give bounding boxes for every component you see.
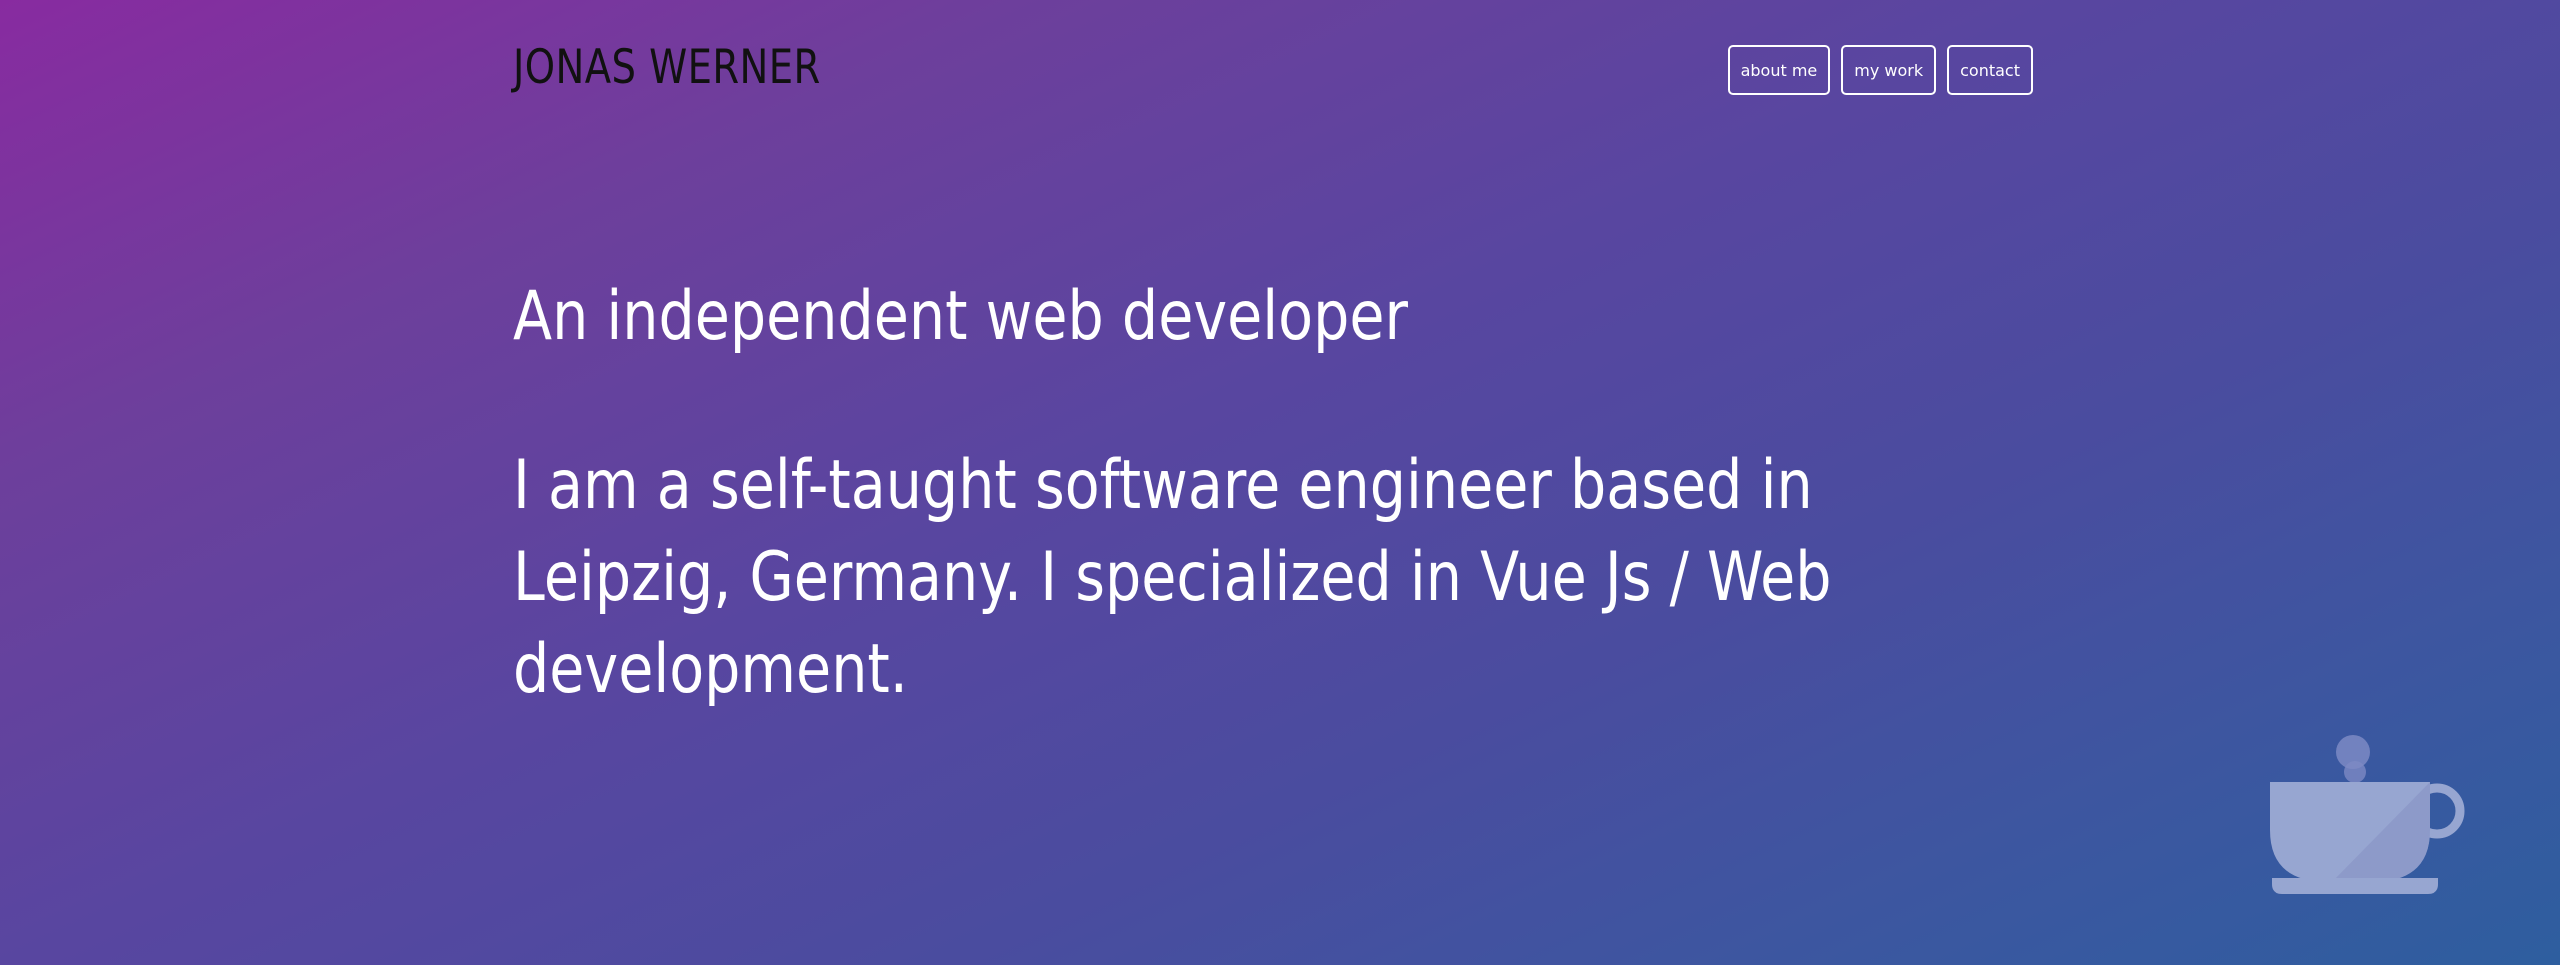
main-nav: about me my work contact — [1727, 45, 2033, 95]
nav-about-me-button[interactable]: about me — [1727, 45, 1831, 95]
hero-headline: An independent web developer — [513, 277, 1408, 356]
hero-bio: I am a self-taught software engineer bas… — [513, 446, 1832, 709]
coffee-cup-icon — [2270, 735, 2465, 894]
site-logo[interactable]: JONAS WERNER — [513, 38, 821, 98]
nav-contact-button[interactable]: contact — [1947, 45, 2033, 95]
nav-my-work-button[interactable]: my work — [1841, 45, 1937, 95]
